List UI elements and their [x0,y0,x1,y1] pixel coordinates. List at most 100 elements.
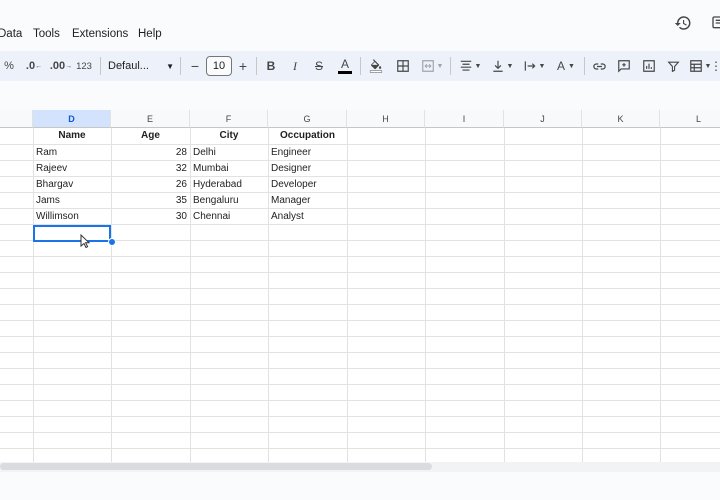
horizontal-scrollbar-thumb[interactable] [0,463,432,470]
cell-city[interactable]: Mumbai [190,161,268,177]
decrease-font-size-button[interactable]: − [188,51,202,81]
cell-occupation[interactable]: Designer [268,161,347,177]
fill-color-icon[interactable] [367,51,385,81]
cell-city[interactable]: Chennai [190,209,268,225]
cell-name[interactable]: Willimson [33,209,111,225]
cell-name[interactable]: Jams [33,193,111,209]
borders-icon[interactable] [394,51,412,81]
insert-comment-icon[interactable] [615,51,633,81]
strikethrough-button[interactable]: S [311,51,327,81]
font-size-input[interactable]: 10 [206,56,232,76]
chevron-down-icon: ▼ [474,62,482,70]
active-cell-selection[interactable] [33,225,111,242]
menu-extensions[interactable]: Extensions [72,28,128,40]
gridline [0,288,720,289]
gridline [0,400,720,401]
font-family-value: Defaul... [108,60,149,72]
column-header-partial[interactable] [0,110,33,128]
merge-cells-icon[interactable]: ▼ [419,51,445,81]
gridline [0,304,720,305]
more-formats-button[interactable]: 123 [74,51,94,81]
cell-city[interactable]: Hyderabad [190,177,268,193]
cell-age[interactable]: 35 [111,193,190,209]
column-header-e[interactable]: E [111,110,190,128]
text-rotation-icon[interactable]: A ▼ [553,51,579,81]
gridline [0,352,720,353]
cell-city[interactable]: Delhi [190,145,268,161]
gridline [0,336,720,337]
toolbar-divider [256,57,257,75]
increase-font-size-button[interactable]: + [236,51,250,81]
column-header-f[interactable]: F [190,110,268,128]
version-history-icon[interactable] [672,12,694,34]
toolbar-divider [180,57,181,75]
cell-city[interactable]: Bengaluru [190,193,268,209]
chevron-down-icon: ▼ [436,62,444,70]
cell-occupation[interactable]: Manager [268,193,347,209]
italic-button[interactable]: I [287,51,303,81]
increase-decimal-label: .00 [49,60,66,72]
text-color-button[interactable]: A [336,51,354,81]
more-options-icon[interactable]: ⋮ [710,51,720,81]
spreadsheet-grid[interactable]: D E F G H I J K L Name Age City Occupati… [0,110,720,462]
cell-occupation[interactable]: Analyst [268,209,347,225]
vertical-align-icon[interactable]: ▼ [489,51,515,81]
insert-chart-icon[interactable] [640,51,658,81]
menu-data[interactable]: Data [0,28,22,40]
text-color-swatch [338,71,352,74]
toolbar-divider [584,57,585,75]
font-family-select[interactable]: Defaul... ▼ [108,51,174,81]
gridline [0,432,720,433]
column-header-i[interactable]: I [425,110,504,128]
cell-name[interactable]: Bhargav [33,177,111,193]
column-header-g[interactable]: G [268,110,347,128]
chevron-down-icon: ▼ [538,62,546,70]
gridline [347,128,348,462]
cell-name[interactable]: Ram [33,145,111,161]
text-wrapping-icon[interactable]: ▼ [521,51,547,81]
column-header-j[interactable]: J [504,110,582,128]
cell-header-occupation[interactable]: Occupation [268,128,347,144]
toolbar-divider [100,57,101,75]
insert-link-icon[interactable] [590,51,608,81]
cell-header-city[interactable]: City [190,128,268,144]
decrease-decimal-label: .0 [25,60,36,72]
cell-age[interactable]: 32 [111,161,190,177]
cell-age[interactable]: 28 [111,145,190,161]
column-header-d[interactable]: D [33,110,111,128]
filter-icon[interactable] [664,51,682,81]
chevron-down-icon: ▼ [166,61,174,71]
cell-occupation[interactable]: Developer [268,177,347,193]
increase-decimal-button[interactable]: .00 → [50,51,72,81]
text-color-label: A [340,57,349,71]
format-percent-button[interactable]: % [2,51,16,81]
mouse-cursor-icon [80,233,91,253]
gridline [660,128,661,462]
fill-handle[interactable] [108,238,116,246]
column-header-h[interactable]: H [347,110,425,128]
bold-button[interactable]: B [263,51,279,81]
cell-name[interactable]: Rajeev [33,161,111,177]
cell-age[interactable]: 26 [111,177,190,193]
toolbar-divider [450,57,451,75]
cell-occupation[interactable]: Engineer [268,145,347,161]
horizontal-align-icon[interactable]: ▼ [457,51,483,81]
menu-bar: Data Tools Extensions Help [0,0,720,44]
column-header-l[interactable]: L [660,110,720,128]
comments-icon[interactable] [708,12,720,34]
gridline [425,128,426,462]
menu-help[interactable]: Help [138,28,162,40]
column-header-k[interactable]: K [582,110,660,128]
text-rotation-label: A [557,59,566,73]
gridline [0,416,720,417]
gridline [0,384,720,385]
gridline [0,272,720,273]
bottom-bar [0,472,720,500]
menu-tools[interactable]: Tools [33,28,60,40]
cell-header-age[interactable]: Age [111,128,190,144]
gridline [0,368,720,369]
cell-age[interactable]: 30 [111,209,190,225]
decrease-decimal-button[interactable]: .0 ← [24,51,44,81]
cell-header-name[interactable]: Name [33,128,111,144]
gridline [0,448,720,449]
